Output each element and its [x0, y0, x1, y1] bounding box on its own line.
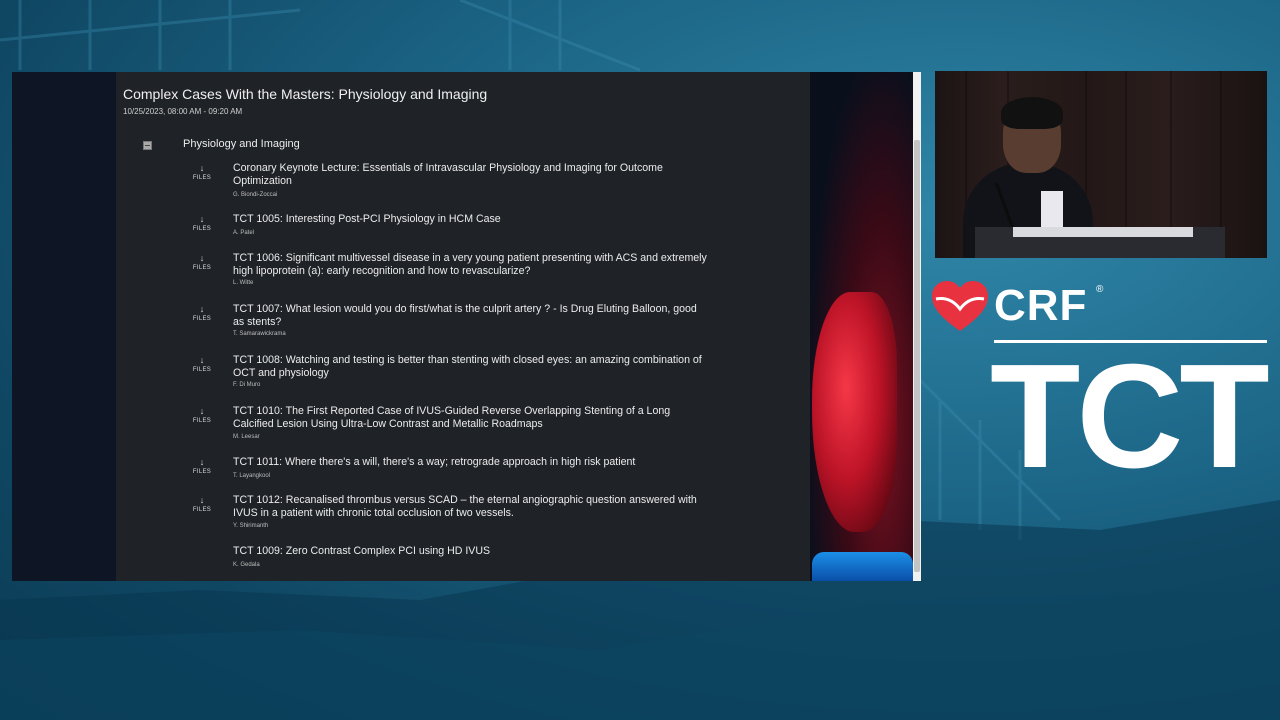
files-download-button[interactable]: ↓ FILES [188, 214, 216, 233]
agenda-item-title[interactable]: TCT 1006: Significant multivessel diseas… [233, 252, 708, 278]
agenda-item-title[interactable]: TCT 1010: The First Reported Case of IVU… [233, 405, 708, 431]
registered-mark: ® [1096, 284, 1104, 295]
agenda-item-title[interactable]: TCT 1009: Zero Contrast Complex PCI usin… [233, 545, 708, 558]
agenda-item-title[interactable]: TCT 1007: What lesion would you do first… [233, 303, 708, 329]
agenda-item-title[interactable]: TCT 1008: Watching and testing is better… [233, 354, 708, 380]
files-download-button[interactable]: ↓ FILES [188, 163, 216, 182]
download-arrow-icon: ↓ [199, 253, 205, 263]
screen-share-panel: Complex Cases With the Masters: Physiolo… [12, 72, 921, 581]
section-title: Physiology and Imaging [183, 138, 300, 150]
share-left-margin [12, 72, 116, 581]
crf-heart-logo [932, 281, 988, 331]
hand-illustration [812, 552, 913, 581]
session-agenda: Complex Cases With the Masters: Physiolo… [116, 72, 810, 581]
agenda-item-author: A. Patel [233, 230, 255, 236]
agenda-item-title[interactable]: Coronary Keynote Lecture: Essentials of … [233, 162, 708, 188]
speaker-hair [1001, 97, 1063, 129]
files-download-button[interactable]: ↓ FILES [188, 253, 216, 272]
agenda-item-title[interactable]: TCT 1005: Interesting Post-PCI Physiolog… [233, 213, 708, 226]
files-download-button[interactable]: ↓ FILES [188, 495, 216, 514]
download-arrow-icon: ↓ [199, 457, 205, 467]
agenda-item-author: Y. Shirimanth [233, 523, 269, 529]
agenda-item-author: G. Biondi-Zoccai [233, 192, 278, 198]
files-download-button[interactable]: ↓ FILES [188, 304, 216, 323]
download-arrow-icon: ↓ [199, 406, 205, 416]
agenda-item-author: M. Leesar [233, 434, 260, 440]
agenda-item-title[interactable]: TCT 1012: Recanalised thrombus versus SC… [233, 494, 708, 520]
files-download-button[interactable]: ↓ FILES [188, 355, 216, 374]
podium-screen [1013, 227, 1193, 237]
download-arrow-icon: ↓ [199, 355, 205, 365]
agenda-item-author: T. Samarawickrama [233, 331, 286, 337]
download-arrow-icon: ↓ [199, 214, 205, 224]
heart-illustration [812, 292, 897, 532]
agenda-item-author: F. Di Muro [233, 382, 261, 388]
scrollbar-thumb[interactable] [914, 140, 920, 572]
download-arrow-icon: ↓ [199, 304, 205, 314]
download-arrow-icon: ↓ [199, 163, 205, 173]
session-datetime: 10/25/2023, 08:00 AM - 09:20 AM [123, 107, 243, 116]
speaker-camera-feed [935, 71, 1267, 258]
collapse-square-icon[interactable] [143, 141, 152, 150]
agenda-item-author: T. Layangkool [233, 473, 271, 479]
files-download-button[interactable]: ↓ FILES [188, 406, 216, 425]
speaker-shirt [1041, 191, 1063, 231]
agenda-item-author: K. Gedala [233, 562, 260, 568]
download-arrow-icon: ↓ [199, 495, 205, 505]
tct-wordmark: TCT [990, 334, 1270, 499]
session-title: Complex Cases With the Masters: Physiolo… [123, 86, 488, 102]
files-download-button[interactable]: ↓ FILES [188, 457, 216, 476]
agenda-scrollbar[interactable] [913, 72, 921, 581]
agenda-item-title[interactable]: TCT 1011: Where there's a will, there's … [233, 456, 708, 469]
crf-wordmark: CRF [994, 281, 1088, 330]
agenda-item-author: L. Witte [233, 280, 254, 286]
